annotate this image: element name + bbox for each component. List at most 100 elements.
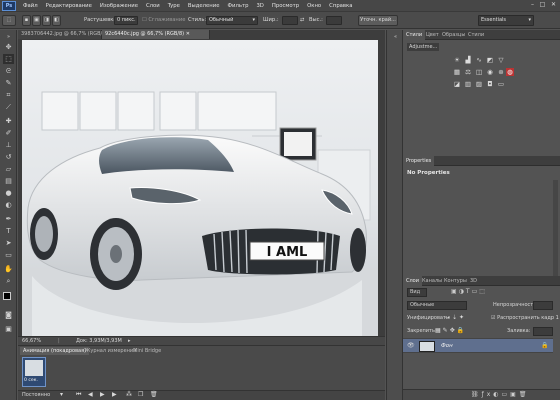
gradient-map-icon[interactable]: ▭ xyxy=(497,80,505,88)
tab-3d[interactable]: 3D xyxy=(467,276,480,286)
marquee-tool-preset-icon[interactable]: ⬚ xyxy=(2,15,16,26)
photo-filter-icon[interactable]: ◉ xyxy=(486,68,494,76)
color-balance-icon[interactable]: ⚖ xyxy=(464,68,472,76)
tab-paths[interactable]: Контуры xyxy=(441,276,470,286)
menu-view[interactable]: Просмотр xyxy=(268,3,303,9)
brightness-icon[interactable]: ☀ xyxy=(453,56,461,64)
first-frame-icon[interactable]: ⏮ xyxy=(76,391,81,399)
next-frame-icon[interactable]: ▶ xyxy=(112,391,117,398)
tab-animation[interactable]: Анимация (покадровая) xyxy=(20,347,90,355)
collapse-icons-icon[interactable]: « xyxy=(390,32,401,42)
zoom-level[interactable]: 66,67% xyxy=(22,337,41,345)
curves-icon[interactable]: ∿ xyxy=(475,56,483,64)
loop-select[interactable]: Постоянно xyxy=(22,392,50,398)
antialias-checkbox[interactable]: ☐ Сглаживание xyxy=(142,16,185,25)
document-tab-1[interactable]: 3983706442.jpg @ 66,7% (RGB/8) xyxy=(18,30,107,39)
foreground-color-swatch[interactable] xyxy=(3,292,11,300)
intersect-selection-icon[interactable]: ◧ xyxy=(52,15,61,26)
tab-swatches[interactable]: Образцы xyxy=(439,30,468,40)
properties-scrollbar[interactable] xyxy=(553,180,558,276)
dodge-tool-icon[interactable]: ◐ xyxy=(3,200,14,210)
unify-icons[interactable]: ⇢⇣✦ xyxy=(445,314,466,321)
pen-tool-icon[interactable]: ✒ xyxy=(3,214,14,224)
history-brush-icon[interactable]: ↺ xyxy=(3,152,14,162)
animation-frame[interactable]: 0 сек. xyxy=(22,357,46,387)
blend-mode-select[interactable]: Обычные xyxy=(407,301,467,310)
layer-actions-icons[interactable]: ⛓ƒx◐▭▣🗑 xyxy=(471,391,529,398)
menu-type[interactable]: Type xyxy=(164,3,184,9)
frame-delay[interactable]: 0 сек. xyxy=(24,378,38,383)
chevron-down-icon[interactable]: ▾ xyxy=(60,391,63,398)
hue-saturation-icon[interactable]: ▦ xyxy=(453,68,461,76)
blur-tool-icon[interactable]: ● xyxy=(3,188,14,198)
menu-layers[interactable]: Слои xyxy=(142,3,164,9)
duplicate-frame-icon[interactable]: ❐ xyxy=(138,391,143,398)
add-selection-icon[interactable]: ▣ xyxy=(32,15,41,26)
maximize-icon[interactable]: □ xyxy=(538,1,547,9)
vibrance-icon[interactable]: ▽ xyxy=(497,56,505,64)
clone-stamp-icon[interactable]: ⊥ xyxy=(3,140,14,150)
tab-styles[interactable]: Стили xyxy=(403,30,426,40)
layer-filter-icons[interactable]: ▣◑T▭⬚ xyxy=(451,288,487,295)
menu-file[interactable]: Файл xyxy=(19,3,42,9)
selective-color-icon[interactable]: ◘ xyxy=(486,80,494,88)
levels-icon[interactable]: ▟ xyxy=(464,56,472,64)
menu-help[interactable]: Справка xyxy=(325,3,356,9)
path-select-icon[interactable]: ➤ xyxy=(3,238,14,248)
menu-window[interactable]: Окно xyxy=(303,3,325,9)
status-menu-icon[interactable]: ▸ xyxy=(128,337,131,345)
invert-icon[interactable]: ◪ xyxy=(453,80,461,88)
delete-frame-icon[interactable]: 🗑 xyxy=(150,391,158,398)
prev-frame-icon[interactable]: ◀ xyxy=(88,391,93,398)
tab-styles-2[interactable]: Стили xyxy=(465,30,487,40)
new-selection-icon[interactable]: ▪ xyxy=(22,15,31,26)
type-tool-icon[interactable]: T xyxy=(3,226,14,236)
document-tab-2[interactable]: 92c6440c.jpg @ 66,7% (RGB/8) ✕ xyxy=(102,30,210,39)
image-canvas[interactable]: I AML xyxy=(22,40,378,336)
healing-brush-icon[interactable]: ✚ xyxy=(3,116,14,126)
subtract-selection-icon[interactable]: ◨ xyxy=(42,15,51,26)
layer-filter-select[interactable]: Вид xyxy=(407,288,427,297)
layer-row-background[interactable]: 👁 Фон 🔒 xyxy=(403,338,553,353)
lasso-tool-icon[interactable]: ᘓ xyxy=(3,66,14,76)
screen-mode-icon[interactable]: ▣ xyxy=(3,324,14,334)
zoom-tool-icon[interactable]: ⌕ xyxy=(3,276,14,286)
brush-tool-icon[interactable]: ✐ xyxy=(3,128,14,138)
menu-filter[interactable]: Фильтр xyxy=(223,3,252,9)
shape-tool-icon[interactable]: ▭ xyxy=(3,250,14,260)
collapse-toolbox-icon[interactable]: » xyxy=(3,32,14,42)
width-input[interactable] xyxy=(282,16,298,25)
quick-select-tool-icon[interactable]: ✎ xyxy=(3,78,14,88)
opacity-input[interactable] xyxy=(533,301,553,310)
eye-icon[interactable]: 👁 xyxy=(407,342,415,349)
menu-edit[interactable]: Редактирование xyxy=(42,3,96,9)
tween-icon[interactable]: ⁂ xyxy=(126,391,132,398)
hand-tool-icon[interactable]: ✋ xyxy=(3,264,14,274)
crop-tool-icon[interactable]: ⌗ xyxy=(3,90,14,100)
minimize-icon[interactable]: – xyxy=(528,1,537,9)
menu-image[interactable]: Изображение xyxy=(96,3,142,9)
quick-mask-icon[interactable]: ◙ xyxy=(3,310,14,320)
menu-3d[interactable]: 3D xyxy=(252,3,267,9)
feather-input[interactable]: 0 пикс. xyxy=(114,16,138,25)
eraser-tool-icon[interactable]: ▱ xyxy=(3,164,14,174)
gradient-tool-icon[interactable]: ▤ xyxy=(3,176,14,186)
workspace-select[interactable]: Essentials ▾ xyxy=(478,15,534,26)
threshold-icon[interactable]: ▨ xyxy=(475,80,483,88)
layer-name[interactable]: Фон xyxy=(441,343,453,349)
play-icon[interactable]: ▶ xyxy=(100,391,105,398)
tab-mini-bridge[interactable]: Mini Bridge xyxy=(130,347,164,355)
move-tool-icon[interactable]: ✥ xyxy=(3,42,14,52)
fill-input[interactable] xyxy=(533,327,553,336)
color-lookup-icon[interactable]: ◍ xyxy=(506,68,514,76)
black-white-icon[interactable]: ◫ xyxy=(475,68,483,76)
close-icon[interactable]: ✕ xyxy=(549,1,558,9)
height-input[interactable] xyxy=(326,16,342,25)
menu-select[interactable]: Выделение xyxy=(184,3,224,9)
propagate-checkbox[interactable]: ☑ Распространить кадр 1 xyxy=(491,315,559,321)
exposure-icon[interactable]: ◩ xyxy=(486,56,494,64)
lock-icons[interactable]: ▦✎✥🔒 xyxy=(435,327,466,334)
swap-icon[interactable]: ⇄ xyxy=(300,16,304,25)
style-select[interactable]: Обычный ▾ xyxy=(206,16,258,25)
refine-edge-button[interactable]: Уточн. край... xyxy=(358,15,398,26)
